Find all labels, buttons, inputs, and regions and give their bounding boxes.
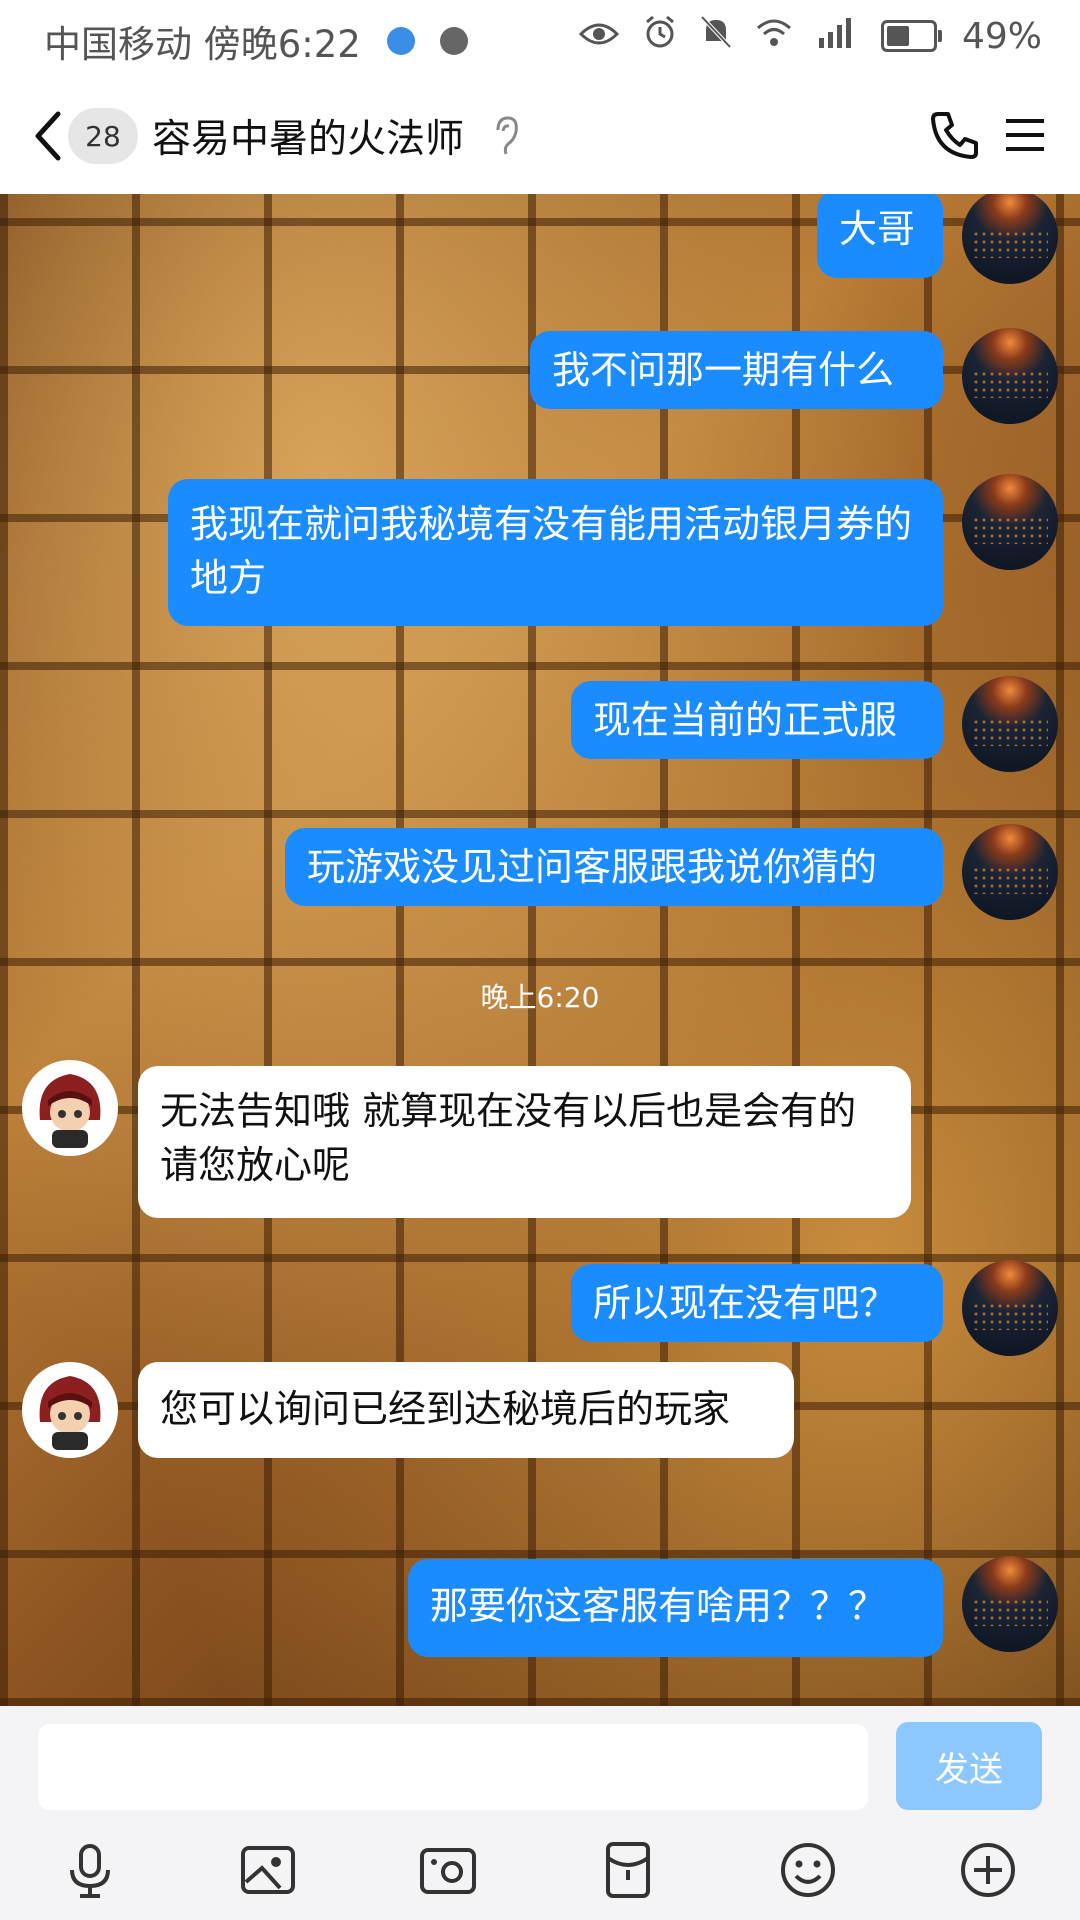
my-avatar[interactable] — [962, 1260, 1058, 1356]
back-button[interactable] — [28, 106, 68, 166]
red-packet-icon[interactable] — [598, 1840, 658, 1900]
message-bubble[interactable]: 无法告知哦 就算现在没有以后也是会有的 请您放心呢 — [138, 1066, 911, 1218]
camera-icon[interactable] — [418, 1840, 478, 1900]
wifi-icon — [756, 16, 792, 57]
message-input[interactable] — [38, 1724, 868, 1810]
status-bar: 中国移动 傍晚6:22 49% — [0, 0, 1080, 78]
message-bubble[interactable]: 大哥 — [817, 194, 943, 278]
message-bubble[interactable]: 我现在就问我秘境有没有能用活动银月券的地方 — [168, 479, 943, 626]
message-bubble[interactable]: 所以现在没有吧？ — [571, 1264, 943, 1342]
character-avatar-icon — [39, 1074, 101, 1148]
my-avatar[interactable] — [962, 328, 1058, 424]
my-avatar[interactable] — [962, 194, 1058, 284]
message-bubble[interactable]: 现在当前的正式服 — [571, 681, 943, 759]
emoji-icon[interactable] — [778, 1840, 838, 1900]
menu-button[interactable] — [1004, 114, 1046, 156]
carrier-label: 中国移动 — [44, 23, 192, 66]
eye-icon — [579, 16, 620, 57]
battery-icon — [880, 20, 942, 52]
image-icon[interactable] — [238, 1840, 298, 1900]
my-avatar[interactable] — [962, 676, 1058, 772]
service-avatar[interactable] — [22, 1362, 118, 1458]
chat-title[interactable]: 容易中暑的火法师 — [152, 108, 464, 164]
phone-icon — [931, 112, 978, 159]
status-right: 49% — [567, 14, 1042, 58]
message-bubble[interactable]: 我不问那一期有什么 — [530, 331, 943, 409]
send-button[interactable]: 发送 — [896, 1722, 1042, 1810]
audio-notification-icon — [440, 27, 469, 55]
battery-percent: 49% — [961, 15, 1042, 57]
message-bubble[interactable]: 玩游戏没见过问客服跟我说你猜的 — [285, 828, 943, 906]
chat-messages-area[interactable]: 大哥 我不问那一期有什么 我现在就问我秘境有没有能用活动银月券的地方 现在当前的… — [0, 194, 1080, 1706]
unread-count-badge[interactable]: 28 — [68, 108, 138, 164]
status-time: 傍晚6:22 — [203, 23, 361, 66]
alarm-icon — [643, 15, 677, 58]
message-timestamp: 晚上6:20 — [480, 981, 600, 1014]
microphone-icon[interactable] — [60, 1840, 120, 1900]
mute-icon — [700, 15, 732, 58]
hamburger-icon — [1006, 119, 1044, 151]
chat-header: 28 容易中暑的火法师 — [0, 78, 1080, 195]
ear-icon — [494, 114, 520, 158]
chevron-left-icon — [35, 111, 61, 161]
service-avatar[interactable] — [22, 1060, 118, 1156]
app-notification-icon — [386, 27, 415, 55]
my-avatar[interactable] — [962, 474, 1058, 570]
message-bubble[interactable]: 那要你这客服有啥用？？？ — [408, 1559, 943, 1657]
signal-icon — [815, 16, 855, 57]
phone-call-button[interactable] — [928, 108, 982, 162]
status-left: 中国移动 傍晚6:22 — [44, 14, 469, 68]
input-bar: 发送 — [0, 1706, 1080, 1920]
character-avatar-icon — [39, 1376, 101, 1450]
my-avatar[interactable] — [962, 1556, 1058, 1652]
plus-icon[interactable] — [958, 1840, 1018, 1900]
message-bubble[interactable]: 您可以询问已经到达秘境后的玩家 — [138, 1362, 794, 1458]
my-avatar[interactable] — [962, 824, 1058, 920]
